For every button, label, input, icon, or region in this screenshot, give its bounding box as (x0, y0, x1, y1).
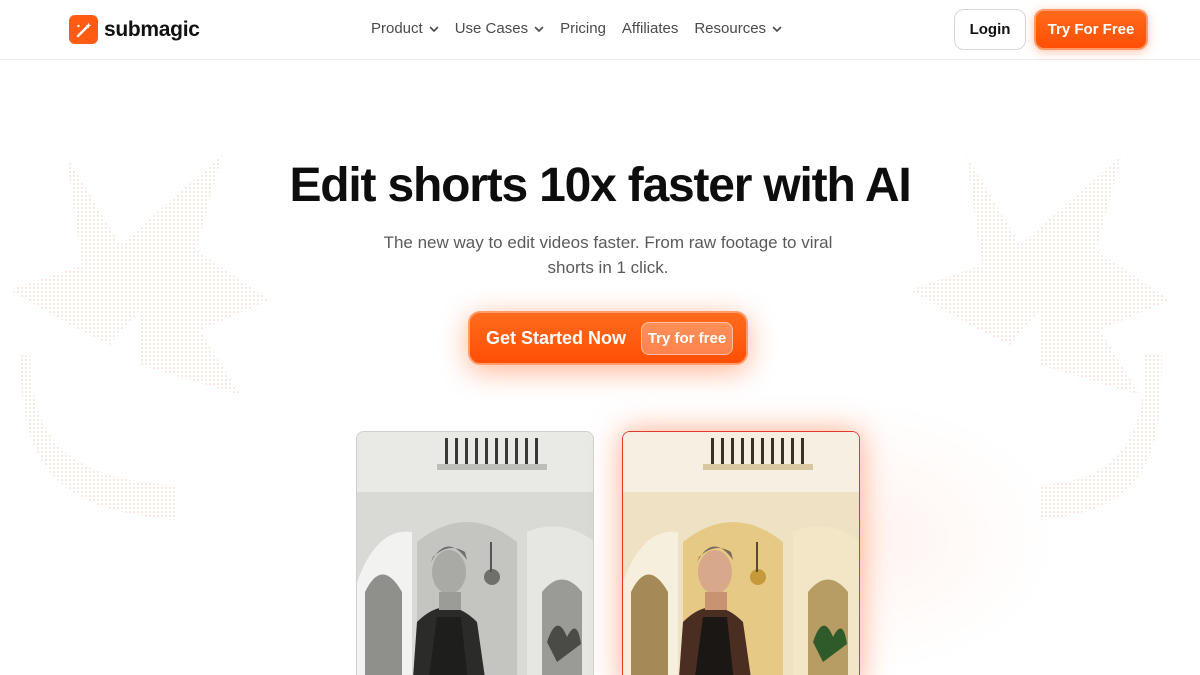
nav-item-label: Affiliates (621, 20, 679, 37)
video-frame-color (623, 432, 859, 675)
nav-item-use-cases[interactable]: Use Cases (455, 20, 544, 37)
get-started-button[interactable]: Get Started Now Try for free (468, 311, 748, 365)
chevron-down-icon (772, 26, 782, 32)
try-for-free-button[interactable]: Try For Free (1034, 9, 1148, 50)
brand-name: submagic (104, 17, 200, 41)
nav-item-product[interactable]: Product (371, 20, 439, 37)
login-button[interactable]: Login (954, 9, 1026, 50)
video-preview-before[interactable] (356, 431, 594, 675)
right-glow (860, 400, 1060, 675)
chevron-down-icon (429, 26, 439, 32)
cta-label: Get Started Now (486, 328, 627, 348)
nav-item-label: Pricing (560, 20, 606, 37)
nav-item-affiliates[interactable]: Affiliates (622, 20, 678, 37)
chevron-down-icon (534, 26, 544, 32)
hero-title: Edit shorts 10x faster with AI (289, 159, 911, 212)
video-frame-grayscale (357, 432, 593, 675)
nav-item-label: Product (371, 20, 423, 37)
nav-item-pricing[interactable]: Pricing (560, 20, 606, 37)
hero-subtitle: The new way to edit videos faster. From … (383, 233, 833, 277)
magic-wand-icon (69, 15, 98, 44)
nav-item-resources[interactable]: Resources (694, 20, 782, 37)
try-for-free-pill: Try for free (641, 322, 733, 355)
nav-item-label: Use Cases (454, 20, 529, 37)
nav-item-label: Resources (694, 20, 767, 37)
top-navbar: submagic Product Use Cases Pricing Affil… (0, 0, 1200, 60)
main-menu: Product Use Cases Pricing Affiliates Res… (371, 20, 782, 37)
brand-logo[interactable]: submagic (69, 15, 200, 44)
video-preview-after[interactable] (622, 431, 860, 675)
